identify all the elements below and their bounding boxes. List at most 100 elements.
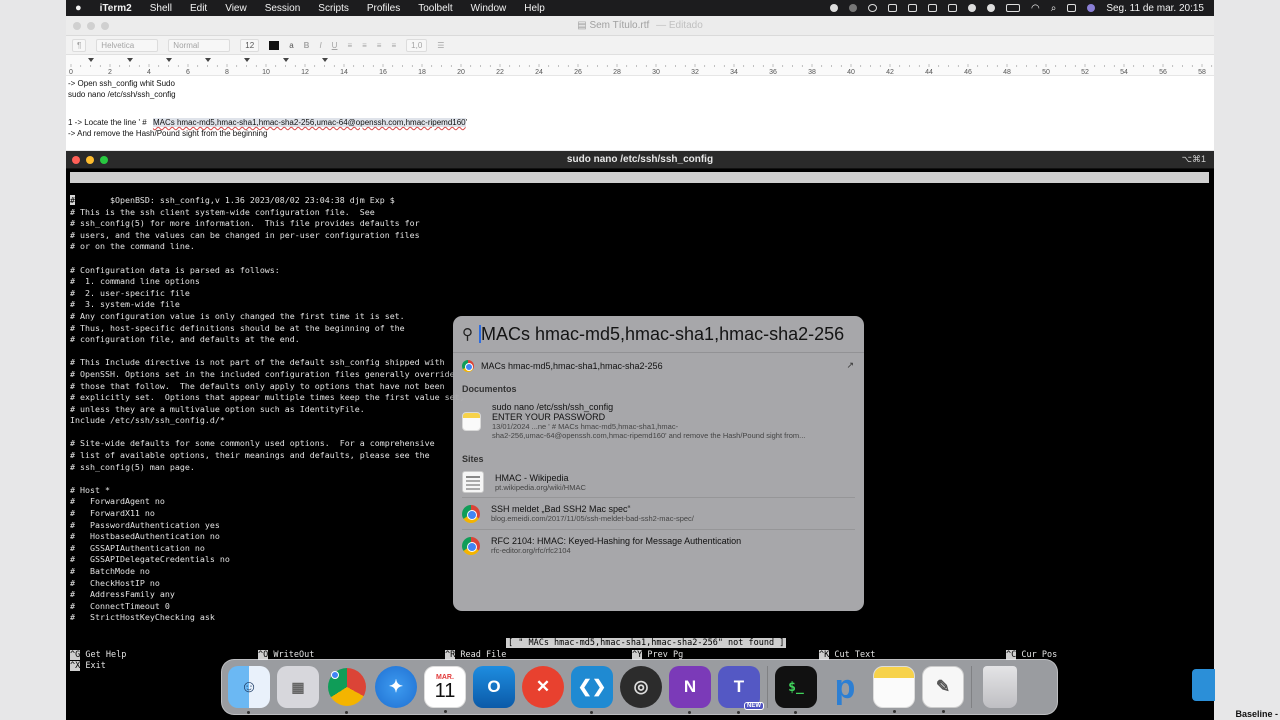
disk-utility-icon[interactable]: p [824, 666, 866, 708]
cloud-icon[interactable] [907, 4, 917, 12]
wifi-icon[interactable]: ◠ [1031, 3, 1040, 14]
spotlight-search-bar[interactable]: ⚲ MACs hmac-md5,hmac-sha1,hmac-sha2-256 [453, 316, 864, 353]
tab-stop-marker[interactable] [166, 58, 172, 62]
underline-button[interactable]: U [332, 41, 338, 50]
remote-desktop-icon[interactable]: ✕ [522, 666, 564, 708]
running-indicator [247, 711, 250, 714]
menu-bar: ● iTerm2 Shell Edit View Session Scripts… [66, 0, 1214, 16]
site-result[interactable]: SSH meldet „Bad SSH2 Mac spec“ blog.emei… [453, 498, 864, 529]
site-result[interactable]: HMAC - Wikipedia pt.wikipedia.org/wiki/H… [453, 467, 864, 497]
chrome-icon[interactable] [326, 666, 368, 714]
vpn-client-icon[interactable]: ◎ [620, 666, 662, 708]
document-body[interactable]: -> Open ssh_config whit Sudo sudo nano /… [66, 76, 1214, 141]
paragraph-style-select[interactable]: ¶ [72, 38, 87, 52]
menu-help[interactable]: Help [515, 3, 554, 14]
ruler-label: 20 [457, 69, 465, 76]
menu-app-name[interactable]: iTerm2 [91, 3, 141, 14]
search-icon: ⚲ [462, 326, 473, 343]
ruler-label: 10 [262, 69, 270, 76]
ruler-scale: 0 2 4 6 8 10 12 14 16 18 20 22 24 26 28 30 32 34 36 38 40 42 4… [69, 58, 1213, 76]
align-center-icon[interactable]: ≡ [362, 41, 367, 50]
font-size-select[interactable]: 12 [240, 38, 260, 52]
justify-icon[interactable]: ≡ [391, 41, 396, 50]
display-icon[interactable] [927, 4, 937, 12]
line-spacing-select[interactable]: 1,0 [406, 38, 428, 52]
bold-button[interactable]: B [304, 41, 310, 50]
menu-view[interactable]: View [216, 3, 256, 14]
spotlight-search-input[interactable]: MACs hmac-md5,hmac-sha1,hmac-sha2-256 [479, 324, 844, 345]
battery-icon[interactable] [1005, 4, 1020, 12]
document-name: Sem Título.rtf [589, 20, 650, 31]
teams-icon[interactable]: T NEW [718, 666, 764, 714]
clock-icon[interactable] [986, 4, 995, 12]
screenshot-icon[interactable] [887, 4, 897, 12]
menu-scripts[interactable]: Scripts [309, 3, 358, 14]
tab-stop-marker[interactable] [283, 58, 289, 62]
menu-shell[interactable]: Shell [141, 3, 181, 14]
iterm-icon[interactable]: $_ [775, 666, 817, 714]
menu-extras: ◠ ⌕ Seg. 11 de mar. 20:15 [829, 3, 1214, 14]
outlook-icon[interactable]: O [473, 666, 515, 708]
launchpad-icon[interactable]: ▦ [277, 666, 319, 708]
menu-clock[interactable]: Seg. 11 de mar. 20:15 [1106, 3, 1204, 14]
notes-app-icon[interactable] [873, 666, 915, 713]
section-sites: Sites [462, 454, 484, 464]
running-indicator [590, 711, 593, 714]
menu-profiles[interactable]: Profiles [358, 3, 409, 14]
control-center-icon[interactable] [1067, 4, 1077, 12]
vscode-icon[interactable]: ❮❯ [571, 666, 613, 714]
tab-stop-marker[interactable] [244, 58, 250, 62]
eye-icon[interactable] [867, 4, 877, 12]
nano-filename: File: /etc/ssh/ssh_config [610, 194, 738, 204]
onenote-icon[interactable]: N [669, 666, 711, 714]
tab-stop-marker[interactable] [322, 58, 328, 62]
shortcut-label: Exit [80, 661, 106, 671]
align-right-icon[interactable]: ≡ [377, 41, 382, 50]
align-left-icon[interactable]: ≡ [347, 41, 352, 50]
menu-window[interactable]: Window [462, 3, 516, 14]
list-icon[interactable]: ☰ [437, 41, 444, 50]
shortcut-label: Get Help [80, 650, 127, 660]
record-icon[interactable] [829, 4, 838, 12]
result-title: HMAC - Wikipedia [495, 472, 569, 483]
dock: ☺ ▦ ✦ MAR. 11 O ✕ ❮❯ ◎ N T NEW $_ p ✎ [221, 659, 1058, 715]
side-app-icon[interactable] [1192, 669, 1215, 701]
tab-stop-marker[interactable] [205, 58, 211, 62]
clipboard-icon[interactable] [947, 4, 957, 12]
siri-icon[interactable] [1087, 4, 1096, 12]
play-icon[interactable] [967, 4, 976, 12]
menu-toolbelt[interactable]: Toolbelt [409, 3, 461, 14]
shortcut-exit: ^X Exit [70, 661, 106, 671]
finder-icon[interactable]: ☺ [228, 666, 270, 714]
ruler-label: 18 [418, 69, 426, 76]
font-weight-select[interactable]: Normal [168, 38, 231, 52]
italic-button[interactable]: I [319, 41, 321, 50]
section-documents: Documentos [462, 384, 517, 394]
safari-icon[interactable]: ✦ [375, 666, 417, 708]
tab-stop-marker[interactable] [88, 58, 94, 62]
result-title: SSH meldet „Bad SSH2 Mac spec“ [491, 504, 631, 514]
textedit-icon[interactable]: ✎ [922, 666, 964, 713]
menu-edit[interactable]: Edit [181, 3, 216, 14]
format-toolbar: ¶ Helvetica Normal 12 a B I U ≡ ≡ ≡ ≡ 1,… [66, 36, 1214, 55]
search-icon[interactable]: ⌕ [1051, 3, 1057, 14]
calendar-icon[interactable]: MAR. 11 [424, 666, 466, 713]
nano-editor-content[interactable]: # $OpenBSD: ssh_config,v 1.36 2023/08/02… [70, 195, 465, 624]
spotlight-top-hit[interactable]: MACs hmac-md5,hmac-sha1,hmac-sha2-256 ↗ [453, 353, 864, 378]
ruler-label: 42 [886, 69, 894, 76]
result-title: sudo nano /etc/ssh/ssh_config [492, 402, 614, 412]
font-family-select[interactable]: Helvetica [96, 38, 159, 52]
highlight-color-icon[interactable]: a [289, 41, 293, 50]
ruler-label: 46 [964, 69, 972, 76]
apple-icon[interactable]: ● [66, 2, 91, 14]
tab-stop-marker[interactable] [127, 58, 133, 62]
ruler-label: 0 [69, 69, 73, 76]
document-result[interactable]: sudo nano /etc/ssh/ssh_config ENTER YOUR… [453, 397, 864, 444]
text-color-swatch[interactable] [269, 40, 280, 50]
vpn-icon[interactable] [848, 4, 857, 12]
ruler-label: 58 [1198, 69, 1206, 76]
site-result[interactable]: RFC 2104: HMAC: Keyed-Hashing for Messag… [453, 530, 864, 559]
ruler[interactable]: 0 2 4 6 8 10 12 14 16 18 20 22 24 26 28 30 32 34 36 38 40 42 4… [66, 55, 1214, 76]
menu-session[interactable]: Session [256, 3, 310, 14]
trash-icon[interactable] [983, 666, 1017, 708]
